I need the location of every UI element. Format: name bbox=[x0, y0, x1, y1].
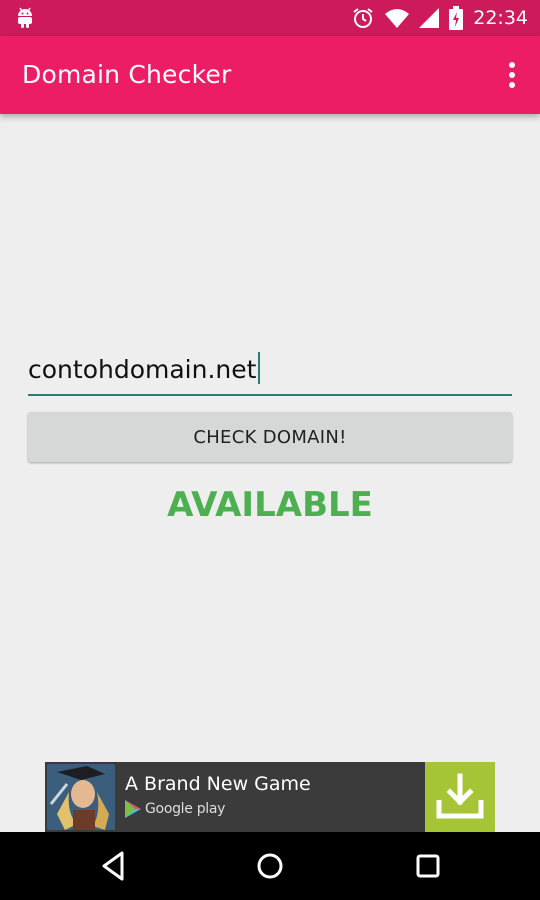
navigation-bar bbox=[0, 832, 540, 900]
ad-download-button[interactable] bbox=[425, 762, 495, 832]
home-icon[interactable] bbox=[252, 848, 288, 884]
app-bar: Domain Checker bbox=[0, 36, 540, 114]
wifi-icon bbox=[385, 9, 410, 28]
ad-store-label: Google play bbox=[145, 801, 226, 817]
android-icon bbox=[18, 7, 32, 28]
ad-store-badge: Google play bbox=[125, 800, 225, 818]
check-domain-button[interactable]: CHECK DOMAIN! bbox=[28, 412, 512, 462]
domain-input[interactable] bbox=[28, 344, 512, 396]
ad-game-thumbnail bbox=[47, 764, 115, 830]
text-cursor bbox=[258, 352, 261, 384]
signal-icon bbox=[419, 8, 440, 28]
overflow-menu-icon[interactable] bbox=[504, 60, 520, 90]
battery-icon bbox=[449, 6, 464, 30]
status-time: 22:34 bbox=[473, 7, 528, 29]
ad-banner[interactable]: A Brand New Game Google play bbox=[45, 762, 495, 832]
status-bar: 22:34 bbox=[0, 0, 540, 36]
result-status: AVAILABLE bbox=[167, 485, 373, 525]
back-icon[interactable] bbox=[96, 848, 132, 884]
download-icon bbox=[436, 773, 484, 819]
alarm-icon bbox=[353, 8, 373, 28]
ad-title: A Brand New Game bbox=[125, 773, 311, 795]
google-play-icon bbox=[125, 800, 141, 818]
app-title: Domain Checker bbox=[22, 60, 232, 89]
recents-icon[interactable] bbox=[410, 848, 446, 884]
